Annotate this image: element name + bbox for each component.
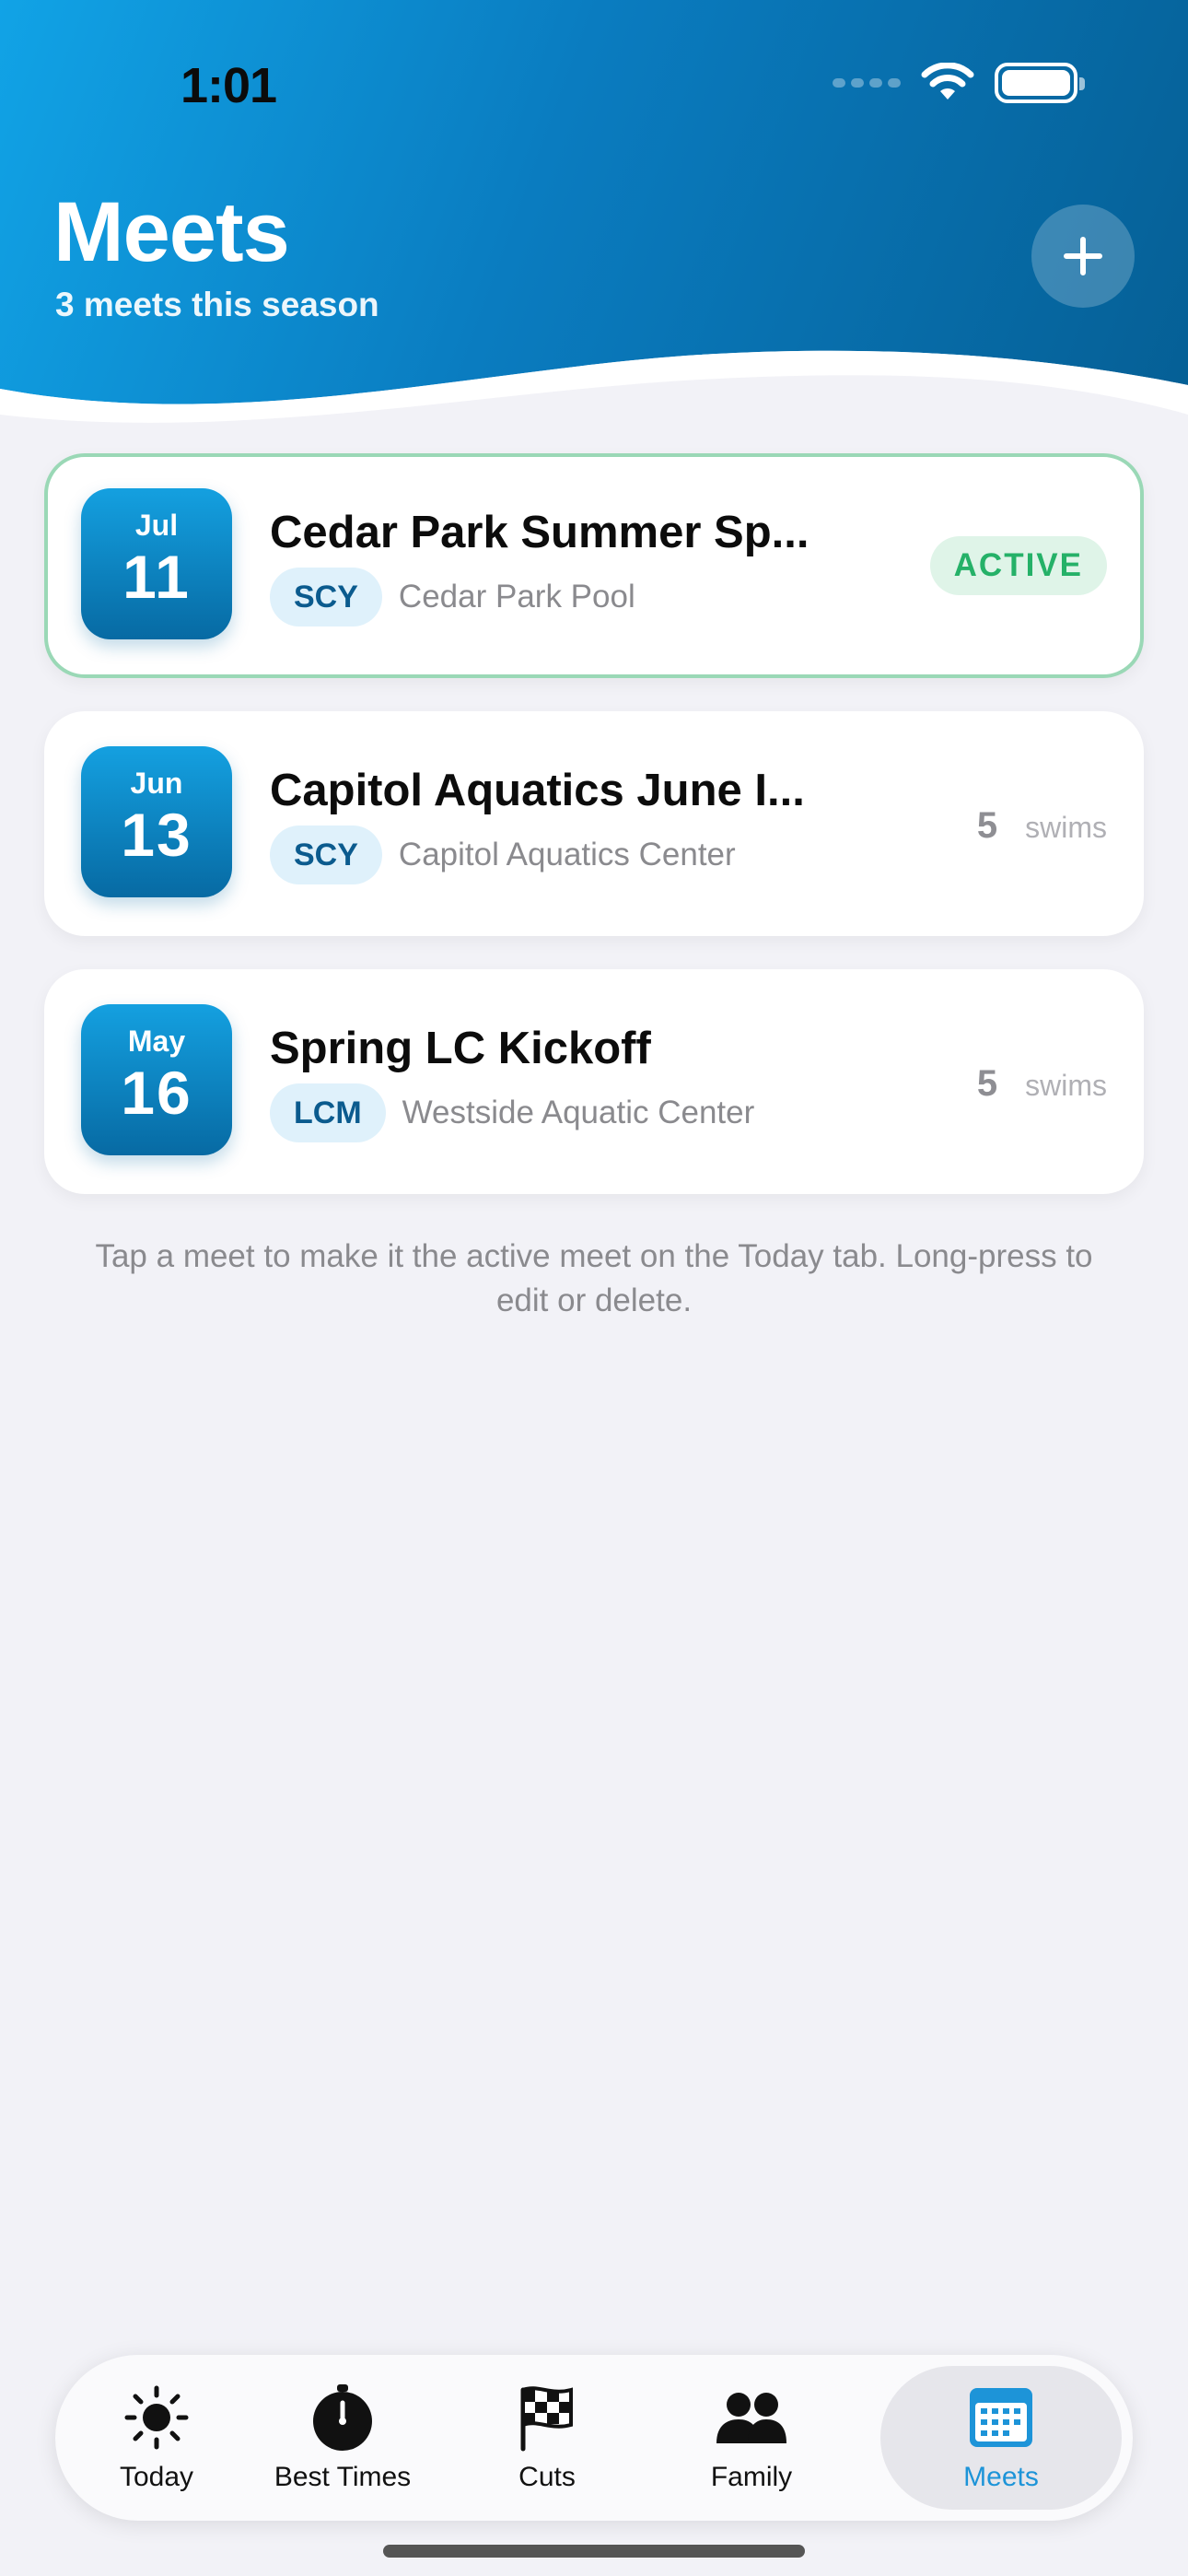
battery-icon — [995, 63, 1085, 103]
venue: Capitol Aquatics Center — [398, 837, 736, 872]
venue: Cedar Park Pool — [398, 579, 635, 615]
tab-bar: Today Best Times Cuts Family Meets — [55, 2355, 1133, 2521]
swim-count-number: 5 — [976, 1063, 998, 1104]
date-badge: May 16 — [81, 1004, 232, 1155]
date-month: Jun — [130, 767, 183, 800]
active-badge: ACTIVE — [929, 536, 1107, 595]
home-indicator — [383, 2545, 805, 2558]
date-month: May — [127, 1025, 186, 1058]
meet-name: Cedar Park Summer Sp... — [270, 508, 809, 557]
tab-label: Family — [710, 2462, 793, 2492]
course-chip: SCY — [270, 825, 382, 884]
status-icons — [833, 63, 1085, 103]
page-subtitle: 3 meets this season — [55, 286, 379, 323]
header-wave — [0, 350, 1188, 433]
tab-meets[interactable]: Meets — [880, 2366, 1122, 2510]
plus-icon — [1064, 237, 1102, 275]
meet-card[interactable]: Jul 11 Cedar Park Summer Sp... SCY Cedar… — [44, 453, 1144, 678]
tab-label: Cuts — [518, 2462, 576, 2492]
meet-meta: LCM Westside Aquatic Center — [270, 1083, 754, 1142]
page-title: Meets — [53, 185, 290, 279]
swim-count-label: swims — [1025, 811, 1107, 844]
tab-label: Meets — [963, 2462, 1039, 2492]
meet-card[interactable]: Jun 13 Capitol Aquatics June I... SCY Ca… — [44, 711, 1144, 936]
course-chip: SCY — [270, 568, 382, 626]
date-badge: Jun 13 — [81, 746, 232, 897]
meet-meta: SCY Cedar Park Pool — [270, 568, 635, 626]
tab-family[interactable]: Family — [650, 2366, 853, 2510]
calendar-icon — [970, 2388, 1032, 2447]
meet-name: Spring LC Kickoff — [270, 1024, 651, 1073]
date-day: 16 — [121, 1059, 192, 1127]
swim-count: 5 swims — [977, 1063, 1107, 1105]
tab-cuts[interactable]: Cuts — [446, 2366, 648, 2510]
swim-count-number: 5 — [976, 805, 998, 846]
cellular-signal-icon — [833, 78, 901, 88]
meets-screen: 1:01 Meets 3 meets this season Jul 11 Ce — [0, 0, 1188, 2576]
venue: Westside Aquatic Center — [402, 1095, 755, 1130]
sun-icon — [124, 2385, 189, 2450]
meet-meta: SCY Capitol Aquatics Center — [270, 825, 736, 884]
date-badge: Jul 11 — [81, 488, 232, 639]
tab-best-times[interactable]: Best Times — [241, 2366, 444, 2510]
swim-count-label: swims — [1025, 1069, 1107, 1102]
hint-text: Tap a meet to make it the active meet on… — [95, 1238, 1093, 1318]
wifi-icon — [921, 63, 974, 100]
add-meet-button[interactable] — [1031, 205, 1135, 308]
date-day: 11 — [122, 543, 191, 611]
tab-label: Today — [119, 2462, 194, 2492]
status-time: 1:01 — [181, 58, 277, 113]
tab-label: Best Times — [274, 2462, 412, 2492]
swim-count: 5 swims — [977, 805, 1107, 847]
course-chip: LCM — [270, 1083, 386, 1142]
header: 1:01 Meets 3 meets this season — [0, 0, 1188, 433]
checkered-flag-icon — [520, 2386, 573, 2452]
meet-name: Capitol Aquatics June I... — [270, 766, 805, 815]
tab-today[interactable]: Today — [55, 2366, 258, 2510]
date-month: Jul — [134, 509, 179, 542]
date-day: 13 — [121, 801, 192, 869]
meet-card[interactable]: May 16 Spring LC Kickoff LCM Westside Aq… — [44, 969, 1144, 1194]
stopwatch-icon — [313, 2384, 372, 2451]
people-icon — [716, 2393, 786, 2443]
